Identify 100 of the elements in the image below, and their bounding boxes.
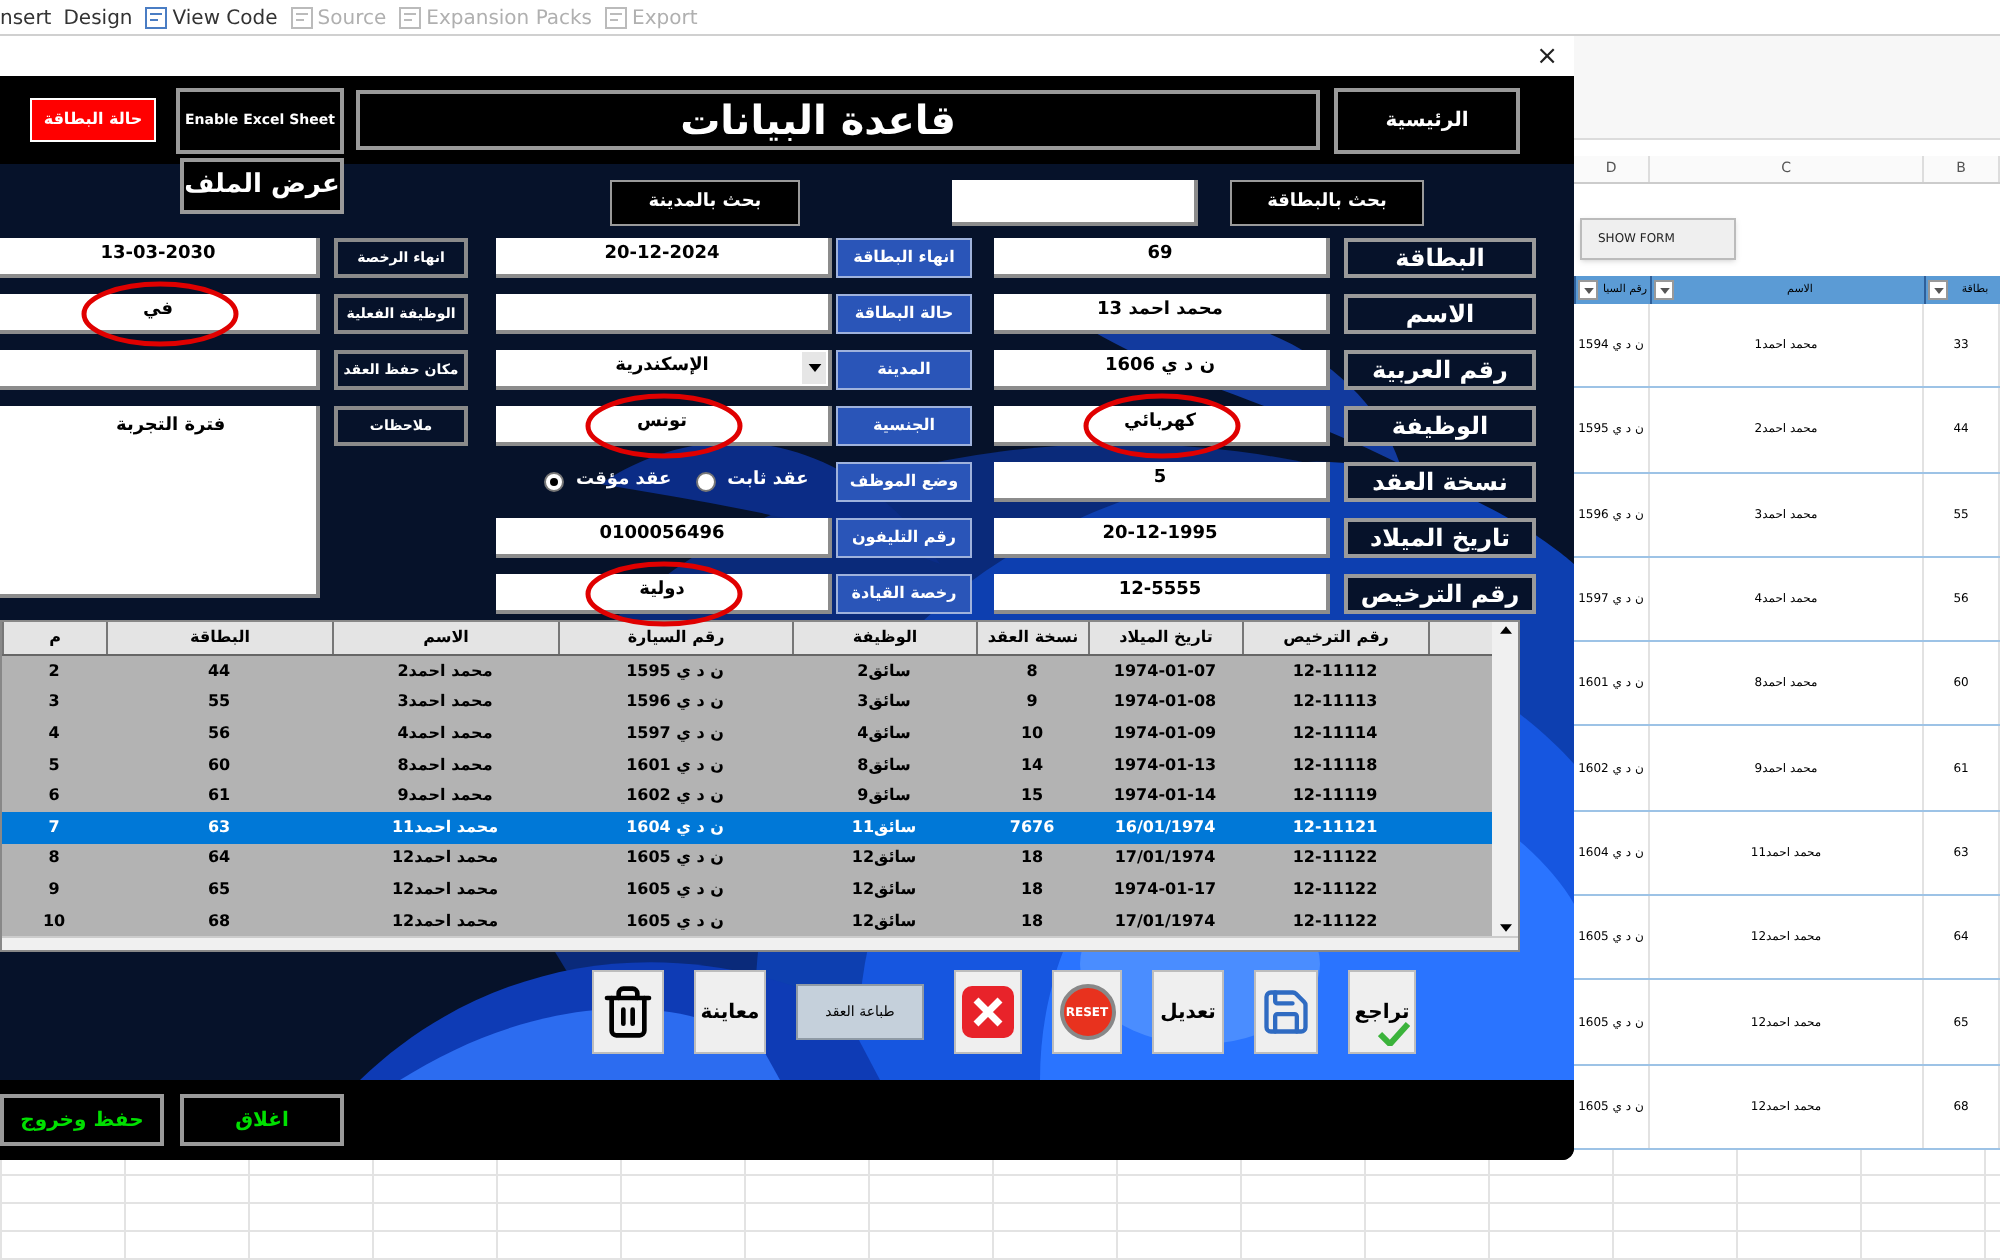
field-label: الجنسية: [836, 406, 972, 446]
table-cell-text: 44: [205, 659, 233, 684]
close-button[interactable]: ×: [1536, 43, 1558, 69]
text-field[interactable]: 0100056496: [496, 518, 832, 558]
table-cell-text: 1974-01-17: [1111, 877, 1219, 902]
trash-icon: [600, 982, 656, 1042]
home-button[interactable]: الرئيسية: [1334, 87, 1520, 153]
table-cell-text: 16/01/1974: [1112, 815, 1218, 840]
caret-icon: [802, 352, 826, 384]
text-field[interactable]: محمد احمد 13: [994, 294, 1330, 334]
action-button[interactable]: معاينة: [694, 970, 766, 1054]
table-cell-text: 1974-01-09: [1111, 721, 1219, 746]
text-field[interactable]: تونس: [496, 406, 832, 446]
table-cell-text: ن د ي 1602: [624, 784, 726, 809]
table-cell-text: سائق12: [849, 909, 919, 934]
table-cell-text: 8: [1024, 659, 1040, 684]
ribbon-icon: [144, 6, 169, 30]
table-cell-text: ن د ي 1605: [624, 877, 726, 902]
text-field[interactable]: في: [0, 294, 320, 334]
table-cell-text: 9: [46, 877, 62, 902]
column-header: رقم السيارة: [558, 622, 792, 654]
footer-button[interactable]: حفظ وخروج: [0, 1094, 164, 1146]
column-header: الوظيفة: [792, 622, 976, 654]
field-label: انهاء البطاقة: [836, 238, 972, 278]
review-button[interactable]: تراجع: [1348, 970, 1416, 1054]
field-label: الاسم: [1344, 294, 1536, 334]
caret-icon: [1933, 287, 1943, 293]
table-cell-text: 1974-01-07: [1111, 659, 1219, 684]
text-field[interactable]: [0, 350, 320, 390]
text-field[interactable]: 5: [994, 462, 1330, 502]
table-cell-text: 12-11118: [1290, 753, 1380, 778]
table-cell-text: 63: [205, 815, 233, 840]
table-cell-text: 61: [205, 784, 233, 809]
ribbon-button[interactable]: View Code: [172, 6, 278, 34]
text-field[interactable]: 13-03-2030: [0, 238, 320, 278]
ribbon-button[interactable]: nsert: [0, 6, 52, 34]
text-field[interactable]: 20-12-1995: [994, 518, 1330, 558]
vertical-scrollbar[interactable]: [1492, 622, 1518, 937]
table-cell-text: 5: [46, 753, 62, 778]
table-cell-text: سائق11: [849, 815, 919, 840]
column-header: الاسم: [332, 622, 558, 654]
table-cell-text: 2: [46, 659, 62, 684]
text-field[interactable]: 12-5555: [994, 574, 1330, 614]
view-file-button[interactable]: عرض الملف: [180, 158, 344, 214]
text-field[interactable]: دولية: [496, 574, 832, 614]
radio-label: عقد مؤقت: [576, 468, 672, 495]
dropdown[interactable]: الإسكندرية: [496, 350, 832, 390]
filter-button[interactable]: [1654, 280, 1674, 300]
text-field[interactable]: كهربائي: [994, 406, 1330, 446]
filter-button[interactable]: [1928, 280, 1948, 300]
check-icon: [1378, 1022, 1410, 1046]
column-header: تاريخ الميلاد: [1088, 622, 1242, 654]
cancel-button[interactable]: [954, 970, 1022, 1054]
table-cell-text: 55: [205, 690, 233, 715]
column-header: رقم الترخيص: [1242, 622, 1428, 654]
table-cell-text: ن د ي 1604: [624, 815, 726, 840]
table-cell-text: 12-11114: [1290, 721, 1380, 746]
table-cell-text: محمد احمد12: [389, 909, 501, 934]
table-cell-text: ن د ي 1601: [624, 753, 726, 778]
table-cell-text: 12-11119: [1290, 784, 1380, 809]
table-cell-text: 10: [40, 909, 68, 934]
search-field[interactable]: [952, 180, 1198, 226]
field-label: رقم التليفون: [836, 518, 972, 558]
text-field[interactable]: ن د ي 1606: [994, 350, 1330, 390]
card-status-button[interactable]: حالة البطاقة: [30, 98, 156, 142]
city-search-button[interactable]: بحث بالمدينة: [610, 180, 800, 226]
ribbon-icon: [398, 6, 423, 30]
field-label: رقم الترخيص: [1344, 574, 1536, 614]
action-button[interactable]: تعديل: [1152, 970, 1224, 1054]
horizontal-scrollbar[interactable]: [2, 936, 1518, 950]
table-cell-text: 12-11122: [1290, 909, 1380, 934]
notes-field[interactable]: فترة التجربة: [0, 406, 320, 598]
table-cell-text: محمد احمد4: [395, 721, 495, 746]
table-cell-text: 8: [46, 846, 62, 871]
table-cell-text: 12-11122: [1290, 846, 1380, 871]
ribbon-button[interactable]: Design: [63, 6, 133, 34]
table-cell-text: 60: [205, 753, 233, 778]
delete-button[interactable]: [592, 970, 664, 1054]
text-field[interactable]: [496, 294, 832, 334]
field-label: وضع الموظف: [836, 462, 972, 502]
text-field[interactable]: 69: [994, 238, 1330, 278]
table-cell-text: 15: [1018, 784, 1046, 809]
card-search-button[interactable]: بحث بالبطاقة: [1230, 180, 1424, 226]
column-header: م: [2, 622, 106, 654]
scroll-up-icon[interactable]: [1499, 626, 1511, 634]
save-button[interactable]: [1254, 970, 1318, 1054]
field-label: تاريخ الميلاد: [1344, 518, 1536, 558]
footer-button[interactable]: اغلاق: [180, 1094, 344, 1146]
column-header: البطاقة: [106, 622, 332, 654]
table-cell-text: 17/01/1974: [1112, 909, 1218, 934]
form-title: قاعدة البيانات: [356, 90, 1320, 150]
save-icon: [1260, 986, 1312, 1038]
table-cell-text: 12-11121: [1290, 815, 1380, 840]
table-cell-text: محمد احمد2: [395, 659, 495, 684]
table-cell-text: 6: [46, 784, 62, 809]
filter-button[interactable]: [1578, 280, 1598, 300]
text-field[interactable]: 20-12-2024: [496, 238, 832, 278]
table-cell-text: محمد احمد3: [395, 690, 495, 715]
table-cell-text: 10: [1018, 721, 1046, 746]
table-cell-text: 17/01/1974: [1112, 846, 1218, 871]
